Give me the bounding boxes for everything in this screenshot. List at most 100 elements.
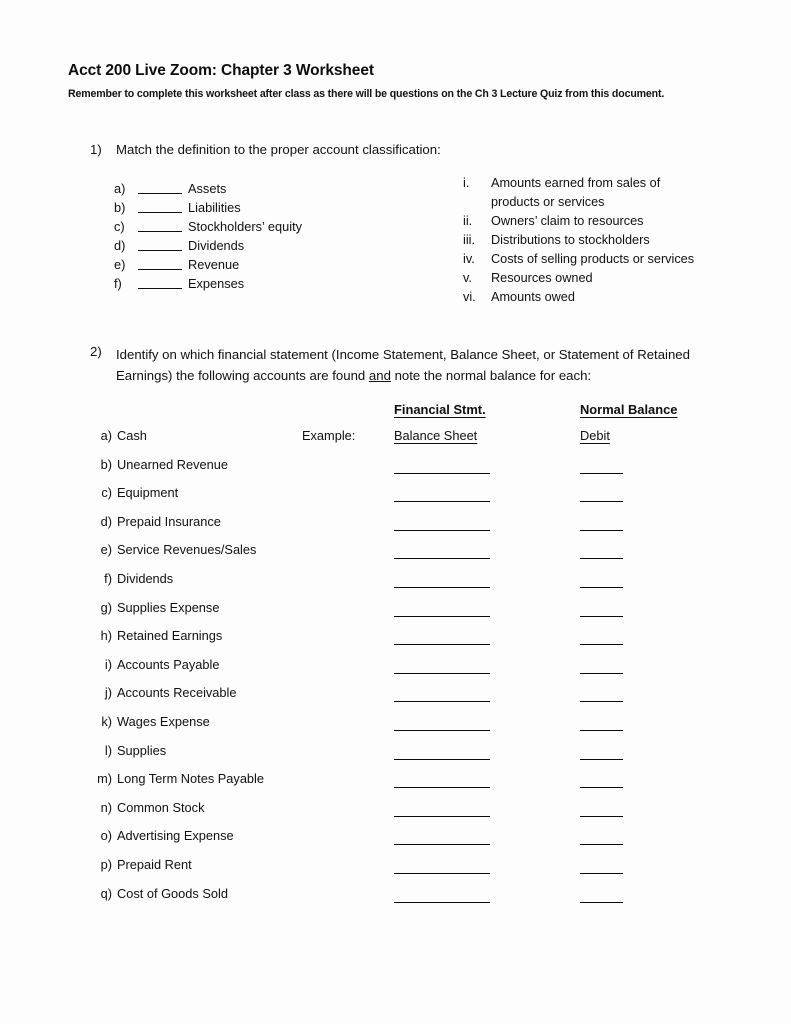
normal-balance-answer-blank[interactable]: [580, 844, 623, 846]
table-row: i) Accounts Payable: [90, 653, 740, 682]
match-item: a) Assets: [114, 179, 374, 198]
table-row: d) Prepaid Insurance: [90, 510, 740, 539]
example-label: Example:: [302, 428, 356, 443]
table-row-account-name: Unearned Revenue: [117, 456, 228, 472]
normal-balance-answer-blank[interactable]: [580, 729, 623, 731]
normal-balance-answer-blank[interactable]: [580, 758, 623, 760]
normal-balance-answer-blank[interactable]: [580, 472, 623, 474]
financial-statement-answer-blank[interactable]: [394, 872, 490, 874]
column-header-financial-statement: Financial Stmt.: [394, 402, 486, 417]
definition-item-text: Costs of selling products or services: [491, 252, 695, 266]
financial-statement-answer-blank[interactable]: [394, 615, 490, 617]
financial-statement-answer-blank[interactable]: [394, 558, 490, 560]
table-row: a) Cash Example: Balance Sheet Debit: [90, 424, 740, 453]
match-item: f) Expenses: [114, 274, 374, 293]
match-item-letter: b): [114, 200, 126, 215]
question-2-account-list: a) Cash Example: Balance Sheet Debit b) Unearn…: [90, 424, 740, 910]
financial-statement-answer-blank[interactable]: [394, 844, 490, 846]
normal-balance-answer-blank[interactable]: [580, 644, 623, 646]
normal-balance-answer-blank[interactable]: [580, 615, 623, 617]
table-row-letter: f): [104, 570, 112, 586]
page-title: Acct 200 Live Zoom: Chapter 3 Worksheet: [68, 62, 374, 79]
match-item-answer-blank[interactable]: [138, 256, 182, 270]
question-1-prompt: Match the definition to the proper accou…: [116, 142, 441, 157]
financial-statement-answer-blank[interactable]: [394, 787, 490, 789]
table-row: l) Supplies: [90, 739, 740, 768]
financial-statement-answer-blank[interactable]: [394, 529, 490, 531]
question-1-number: 1): [90, 142, 102, 157]
match-item-answer-blank[interactable]: [138, 218, 182, 232]
table-row-account-name: Advertising Expense: [117, 828, 234, 844]
table-row: q) Cost of Goods Sold: [90, 882, 740, 911]
match-item: b) Liabilities: [114, 198, 374, 217]
financial-statement-answer-blank[interactable]: [394, 758, 490, 760]
table-row: p) Prepaid Rent: [90, 853, 740, 882]
match-item: e) Revenue: [114, 255, 374, 274]
normal-balance-answer-blank[interactable]: [580, 586, 623, 588]
normal-balance-answer-blank[interactable]: [580, 672, 623, 674]
table-row-letter: m): [97, 771, 112, 787]
financial-statement-answer-blank[interactable]: [394, 729, 490, 731]
definition-item: v. Resources owned: [463, 269, 743, 288]
financial-statement-answer-blank[interactable]: [394, 901, 490, 903]
table-row-account-name: Long Term Notes Payable: [117, 771, 265, 787]
match-item-label: Dividends: [188, 238, 245, 253]
table-row: o) Advertising Expense: [90, 824, 740, 853]
financial-statement-answer-blank[interactable]: [394, 472, 490, 474]
match-item-answer-blank[interactable]: [138, 180, 182, 194]
financial-statement-answer-blank[interactable]: [394, 644, 490, 646]
table-row-letter: i): [104, 656, 112, 672]
definition-item: ii. Owners’ claim to resources: [463, 212, 743, 231]
table-row-account-name: Accounts Payable: [117, 656, 220, 672]
table-row-letter: c): [101, 485, 112, 501]
normal-balance-answer-blank[interactable]: [580, 901, 623, 903]
financial-statement-answer-blank[interactable]: [394, 586, 490, 588]
definition-item-text: Amounts earned from sales of products or…: [491, 176, 661, 209]
question-2-number: 2): [90, 344, 102, 359]
normal-balance-answer-blank[interactable]: [580, 501, 623, 503]
table-row-letter: p): [100, 856, 112, 872]
table-row: k) Wages Expense: [90, 710, 740, 739]
table-row-account-name: Cost of Goods Sold: [117, 885, 228, 901]
normal-balance-answer-blank[interactable]: [580, 787, 623, 789]
match-item-label: Assets: [188, 181, 227, 196]
example-normal-balance-value: Debit: [580, 428, 610, 443]
normal-balance-answer-blank[interactable]: [580, 529, 623, 531]
table-row-letter: g): [100, 599, 112, 615]
table-row-account-name: Supplies: [117, 742, 167, 758]
match-item-letter: c): [114, 219, 125, 234]
definition-item-numeral: i.: [463, 176, 470, 190]
table-row-letter: k): [101, 713, 112, 729]
normal-balance-answer-blank[interactable]: [580, 701, 623, 703]
table-row-letter: b): [100, 456, 112, 472]
question-2-prompt-emphasis: and: [368, 368, 391, 383]
table-row: b) Unearned Revenue: [90, 453, 740, 482]
match-item-answer-blank[interactable]: [138, 199, 182, 213]
normal-balance-answer-blank[interactable]: [580, 872, 623, 874]
question-2-prompt: Identify on which financial statement (I…: [116, 344, 716, 386]
table-row-account-name: Cash: [117, 428, 147, 443]
financial-statement-answer-blank[interactable]: [394, 501, 490, 503]
table-row-account-name: Supplies Expense: [117, 599, 220, 615]
match-item-answer-blank[interactable]: [138, 237, 182, 251]
normal-balance-answer-blank[interactable]: [580, 558, 623, 560]
table-row-account-name: Dividends: [117, 570, 174, 586]
definition-item: iv. Costs of selling products or services: [463, 250, 706, 269]
definition-item-numeral: iv.: [463, 252, 475, 266]
table-row: g) Supplies Expense: [90, 596, 740, 625]
match-item-answer-blank[interactable]: [138, 275, 182, 289]
financial-statement-answer-blank[interactable]: [394, 701, 490, 703]
table-row-letter: n): [100, 799, 112, 815]
definition-item-text: Distributions to stockholders: [491, 233, 650, 247]
table-row: j) Accounts Receivable: [90, 681, 740, 710]
financial-statement-answer-blank[interactable]: [394, 672, 490, 674]
match-item-letter: e): [114, 257, 126, 272]
definition-item-text: Owners’ claim to resources: [491, 214, 644, 228]
financial-statement-answer-blank[interactable]: [394, 815, 490, 817]
table-row-letter: q): [100, 885, 112, 901]
definition-item-numeral: ii.: [463, 214, 473, 228]
table-row-letter: l): [104, 742, 112, 758]
match-item-letter: a): [114, 181, 126, 196]
table-row-letter: j): [104, 685, 112, 701]
normal-balance-answer-blank[interactable]: [580, 815, 623, 817]
